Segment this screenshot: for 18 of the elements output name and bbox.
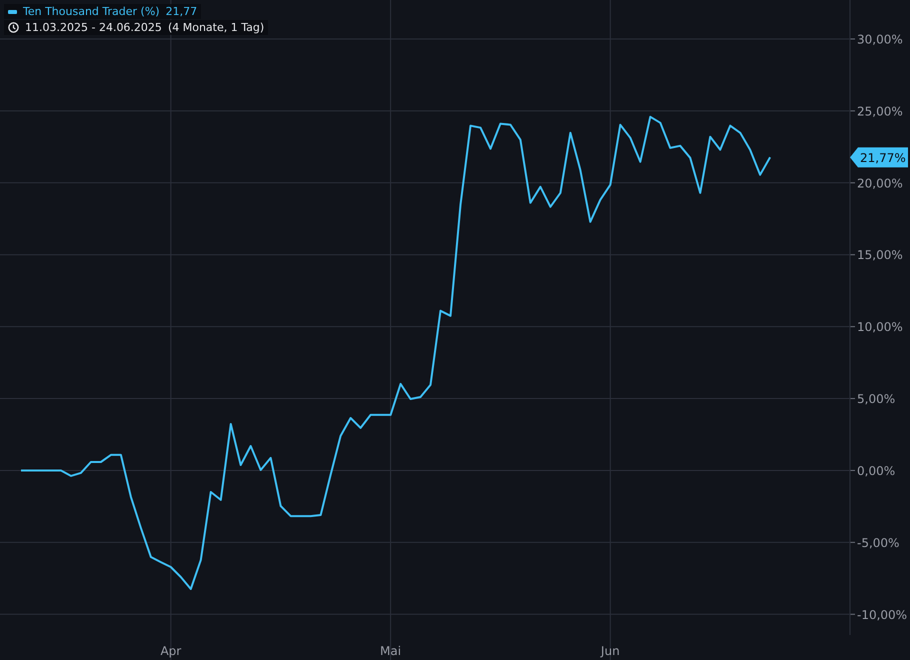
- axis-label: 15,00%: [857, 248, 903, 262]
- axis-label: 20,00%: [857, 176, 903, 190]
- axis-label: 0,00%: [857, 464, 896, 478]
- date-range: 11.03.2025 - 24.06.2025: [25, 21, 162, 34]
- axis-label: Mai: [380, 644, 402, 658]
- axis-label: 10,00%: [857, 320, 903, 334]
- axis-label: -5,00%: [857, 536, 900, 550]
- duration: (4 Monate, 1 Tag): [168, 21, 264, 34]
- series-name: Ten Thousand Trader (%): [23, 5, 160, 18]
- axis-label: 30,00%: [857, 32, 903, 46]
- axis-label: 25,00%: [857, 104, 903, 118]
- axis-label: Apr: [160, 644, 182, 658]
- axis-label: -10,00%: [857, 608, 908, 622]
- axis-label: Jun: [600, 644, 620, 658]
- axis-label: 5,00%: [857, 392, 896, 406]
- series-color-icon: [8, 10, 17, 14]
- series-value: 21,77: [166, 5, 198, 18]
- clock-icon: [8, 22, 19, 33]
